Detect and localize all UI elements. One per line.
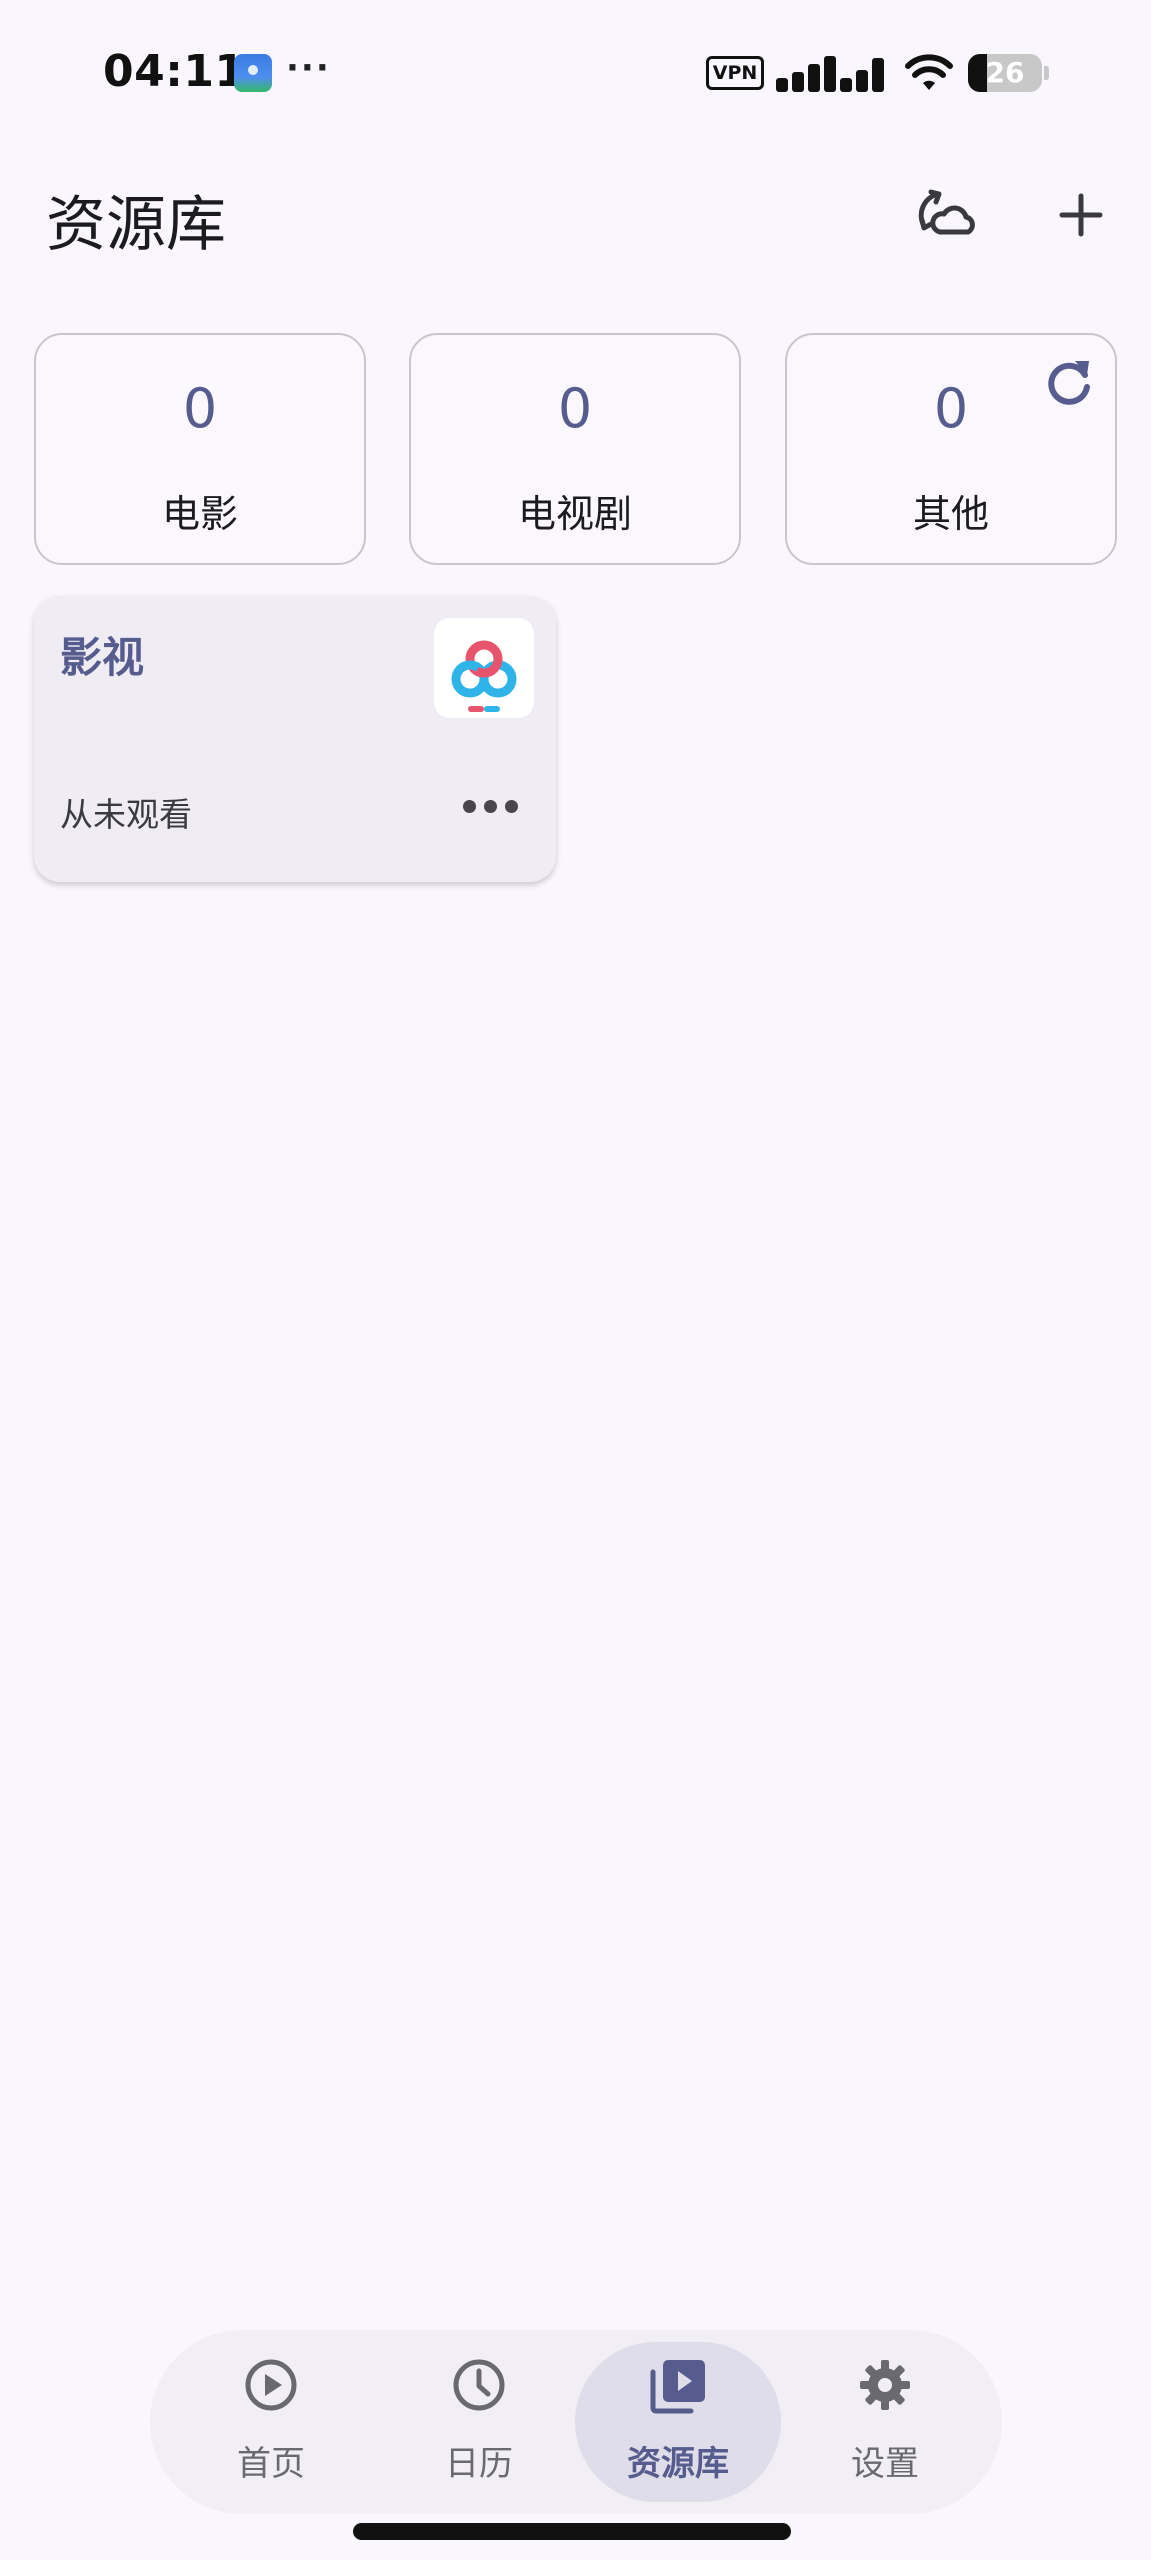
nav-label: 日历 bbox=[445, 2444, 513, 2484]
video-library-icon bbox=[650, 2360, 705, 2414]
nav-item-settings[interactable]: 设置 bbox=[782, 2330, 988, 2514]
add-button[interactable] bbox=[1046, 180, 1116, 250]
stat-count: 0 bbox=[557, 377, 593, 440]
stat-label: 其他 bbox=[912, 492, 989, 536]
cloud-sync-icon bbox=[918, 189, 975, 235]
nav-item-library[interactable]: 资源库 bbox=[575, 2330, 781, 2514]
gear-icon bbox=[860, 2360, 910, 2410]
more-dot-icon bbox=[504, 799, 518, 813]
library-card[interactable]: 影视 从未观看 bbox=[34, 596, 556, 882]
home-indicator[interactable] bbox=[353, 2523, 791, 2540]
cloud-drive-logo-icon bbox=[434, 618, 534, 718]
clock-icon bbox=[453, 2359, 505, 2411]
more-notifications-icon: ··· bbox=[286, 48, 331, 88]
stat-label: 电视剧 bbox=[517, 492, 632, 536]
refresh-icon[interactable] bbox=[1041, 353, 1097, 409]
stat-card-other[interactable]: 0 其他 bbox=[785, 333, 1117, 565]
wifi-icon bbox=[905, 54, 953, 90]
battery-percent: 26 bbox=[985, 56, 1025, 89]
nav-item-home[interactable]: 首页 bbox=[168, 2330, 374, 2514]
status-time: 04:11 bbox=[103, 46, 246, 97]
plus-icon bbox=[1059, 193, 1103, 237]
bottom-navigation: 首页 日历 资源库 设置 bbox=[150, 2330, 1002, 2514]
cloud-sync-button[interactable] bbox=[912, 180, 982, 250]
more-options-button[interactable] bbox=[450, 778, 530, 834]
nav-label: 设置 bbox=[851, 2444, 919, 2484]
more-dot-icon bbox=[483, 799, 497, 813]
battery-icon: 26 bbox=[968, 54, 1042, 92]
nav-item-calendar[interactable]: 日历 bbox=[376, 2330, 582, 2514]
battery-tip bbox=[1044, 66, 1049, 80]
vpn-icon: VPN bbox=[706, 56, 764, 90]
gallery-app-icon bbox=[234, 54, 272, 92]
play-circle-icon bbox=[245, 2359, 297, 2411]
signal-icon bbox=[776, 52, 888, 92]
stat-card-tv-series[interactable]: 0 电视剧 bbox=[409, 333, 741, 565]
stat-count: 0 bbox=[182, 377, 218, 440]
status-bar: 04:11 ··· VPN 26 bbox=[0, 0, 1151, 150]
library-watch-status: 从未观看 bbox=[60, 795, 192, 834]
library-title: 影视 bbox=[60, 633, 145, 682]
stat-label: 电影 bbox=[161, 492, 238, 536]
nav-label: 资源库 bbox=[627, 2444, 729, 2484]
nav-label: 首页 bbox=[237, 2444, 305, 2484]
more-dot-icon bbox=[462, 799, 476, 813]
stat-card-movies[interactable]: 0 电影 bbox=[34, 333, 366, 565]
page-title: 资源库 bbox=[46, 190, 226, 260]
